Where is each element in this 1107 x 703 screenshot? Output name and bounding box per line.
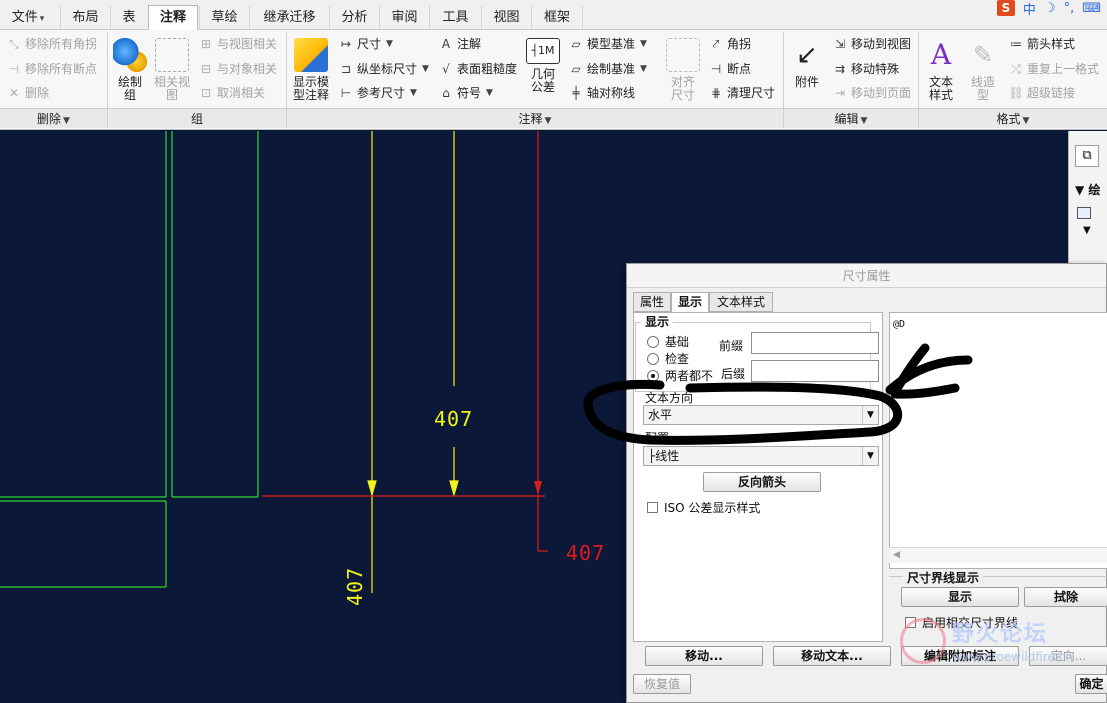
freehand-ellipse [583,379,902,445]
watermark-logo-icon [900,618,946,664]
freehand-highlight [583,343,973,445]
freehand-arrow-head [890,383,960,399]
watermark-title: 野火论坛 [952,622,1049,647]
forum-watermark: 野火论坛 www.proewildfire.cn [900,610,1107,703]
watermark-url: www.proewildfire.cn [952,650,1073,664]
